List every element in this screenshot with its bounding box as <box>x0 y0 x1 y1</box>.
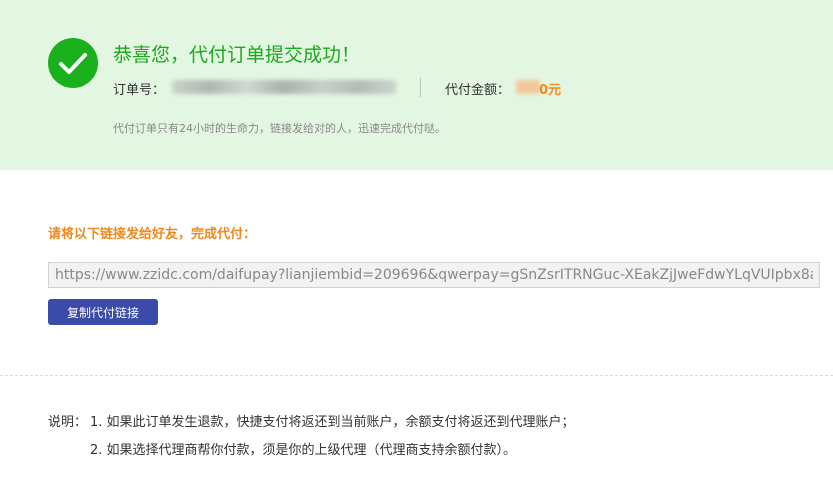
success-banner: 恭喜您，代付订单提交成功！ 订单号： 代付金额： 0元 代付订单只有24小时的生… <box>0 0 833 170</box>
success-title: 恭喜您，代付订单提交成功！ <box>113 44 361 66</box>
amount-label: 代付金额： <box>445 83 511 98</box>
section-divider <box>0 375 833 376</box>
explanation-item: 1. 如果此订单发生退款，快捷支付将返还到当前账户，余额支付将返还到代理账户； <box>90 415 575 430</box>
explanation-label: 说明： <box>48 415 88 430</box>
divider <box>420 78 421 97</box>
banner-note: 代付订单只有24小时的生命力，链接发给对的人，迅速完成代付哒。 <box>113 122 446 135</box>
copy-link-button[interactable]: 复制代付链接 <box>48 299 158 325</box>
check-circle-icon <box>48 38 98 88</box>
order-number-label: 订单号： <box>113 83 166 98</box>
share-link-title: 请将以下链接发给好友，完成代付： <box>48 227 257 242</box>
explanation-item: 2. 如果选择代理商帮你付款，须是你的上级代理（代理商支持余额付款）。 <box>90 443 517 458</box>
pay-link-input[interactable] <box>48 262 820 288</box>
amount-value-redacted <box>516 80 540 94</box>
amount-value: 0元 <box>539 83 562 98</box>
order-number-value-redacted <box>172 80 396 94</box>
